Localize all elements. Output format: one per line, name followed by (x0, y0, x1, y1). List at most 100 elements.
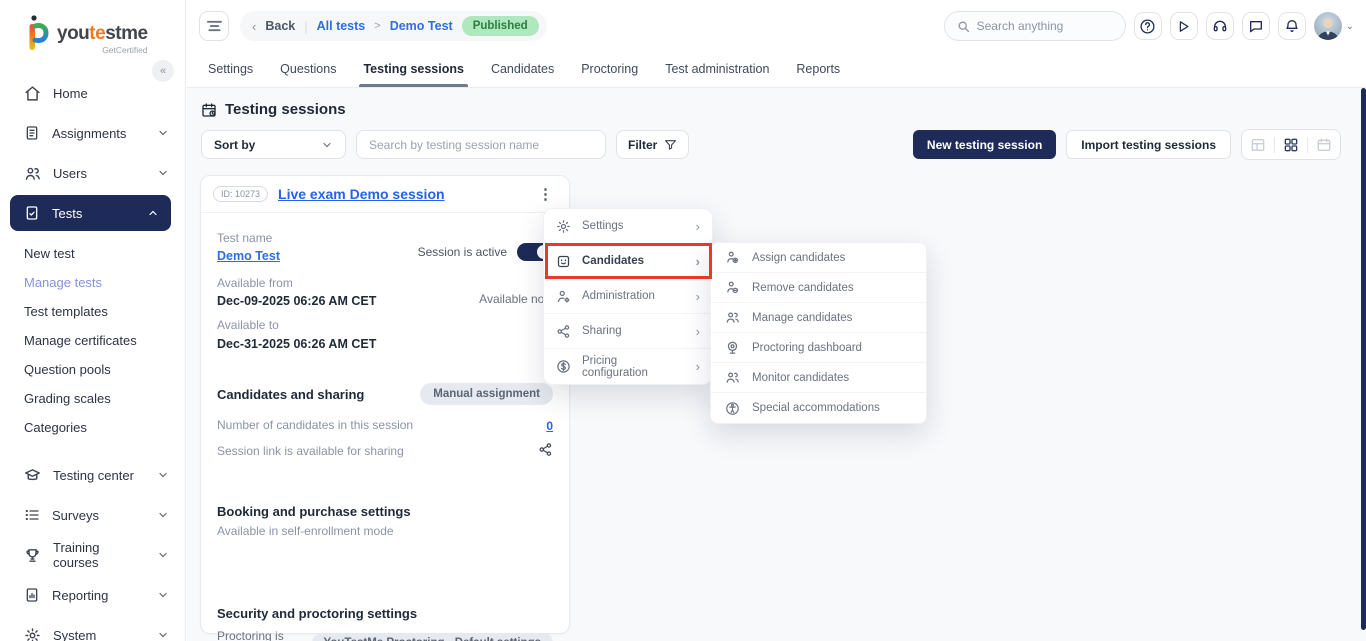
view-toggle-divider (1274, 137, 1275, 153)
training-courses-icon (24, 547, 41, 564)
booking-heading: Booking and purchase settings (217, 504, 553, 519)
submenu-item-special-accommodations[interactable]: Special accommodations (711, 393, 926, 423)
sidebar-item-label: Home (53, 86, 88, 101)
menu-item-candidates[interactable]: Candidates › (544, 244, 712, 279)
import-testing-sessions-button[interactable]: Import testing sessions (1066, 130, 1231, 159)
support-button[interactable] (1206, 12, 1234, 40)
kebab-menu-button[interactable]: ⋮ (534, 185, 557, 203)
notifications-button[interactable] (1278, 12, 1306, 40)
breadcrumb-current[interactable]: Demo Test (390, 19, 453, 33)
sidebar-item-testing-center[interactable]: Testing center (0, 455, 185, 495)
sidebar-collapse-button[interactable]: « (152, 60, 174, 82)
help-icon (1139, 18, 1156, 35)
new-testing-session-button[interactable]: New testing session (913, 130, 1056, 159)
sidebar-subitem-grading-scales[interactable]: Grading scales (0, 384, 185, 413)
chevron-down-icon (321, 139, 333, 151)
sidebar-subitem-manage-certificates[interactable]: Manage certificates (0, 326, 185, 355)
people-icon (725, 310, 740, 325)
avatar[interactable] (1314, 12, 1342, 40)
breadcrumb-separator: > (374, 20, 380, 32)
tab-test-administration[interactable]: Test administration (665, 52, 769, 87)
sort-by-select[interactable]: Sort by (201, 130, 346, 159)
submenu-item-remove-candidates[interactable]: Remove candidates (711, 273, 926, 303)
brand-logo: youtestme GetCertified (0, 0, 185, 55)
session-context-menu: Settings › Candidates › Administration ›… (543, 208, 713, 385)
table-view-icon (1250, 137, 1266, 153)
share-link-icon[interactable] (538, 442, 553, 462)
candidates-count-link[interactable]: 0 (546, 419, 553, 433)
submenu-item-manage-candidates[interactable]: Manage candidates (711, 303, 926, 333)
sidebar-item-label: Training courses (53, 540, 145, 570)
help-button[interactable] (1134, 12, 1162, 40)
menu-item-pricing-configuration[interactable]: Pricing configuration › (544, 349, 712, 384)
session-search-input[interactable] (369, 138, 593, 152)
chevron-down-icon (157, 167, 169, 179)
tab-questions[interactable]: Questions (280, 52, 336, 87)
global-search[interactable] (944, 11, 1126, 41)
sidebar-item-training-courses[interactable]: Training courses (0, 535, 185, 575)
sidebar-item-system[interactable]: System (0, 615, 185, 641)
tab-proctoring[interactable]: Proctoring (581, 52, 638, 87)
sidebar-subitem-new-test[interactable]: New test (0, 239, 185, 268)
menu-item-administration[interactable]: Administration › (544, 279, 712, 314)
vertical-scrollbar[interactable] (1361, 88, 1366, 630)
sharing-label: Session link is available for sharing (217, 444, 404, 460)
assignment-type-badge: Manual assignment (420, 383, 553, 405)
tutorial-button[interactable] (1170, 12, 1198, 40)
sidebar: youtestme GetCertified « Home Assignment… (0, 0, 186, 641)
submenu-item-label: Monitor candidates (752, 372, 849, 384)
breadcrumb-all-tests[interactable]: All tests (317, 19, 366, 33)
menu-toggle-button[interactable] (199, 11, 229, 41)
user-menu[interactable]: ⌄ (1314, 12, 1354, 40)
page-title-row: Testing sessions (201, 101, 346, 118)
bell-icon (1284, 18, 1300, 34)
submenu-item-monitor-candidates[interactable]: Monitor candidates (711, 363, 926, 393)
toolbar-left: Sort by Filter (201, 130, 689, 159)
testing-session-card: ID: 10273 Live exam Demo session ⋮ Test … (200, 175, 570, 634)
sidebar-item-tests[interactable]: Tests (10, 195, 171, 231)
grid-view-icon (1283, 137, 1299, 153)
grid-view-button[interactable] (1283, 137, 1299, 153)
tab-settings[interactable]: Settings (208, 52, 253, 87)
sidebar-nav: Home Assignments Users Tests New test Ma… (0, 73, 185, 641)
booking-text: Available in self-enrollment mode (217, 524, 553, 538)
table-view-button[interactable] (1250, 137, 1266, 153)
tab-candidates[interactable]: Candidates (491, 52, 554, 87)
tab-testing-sessions[interactable]: Testing sessions (363, 52, 464, 87)
submenu-item-proctoring-dashboard[interactable]: Proctoring dashboard (711, 333, 926, 363)
sidebar-item-surveys[interactable]: Surveys (0, 495, 185, 535)
gear-icon (24, 627, 41, 641)
calendar-view-button[interactable] (1316, 137, 1332, 153)
filter-button[interactable]: Filter (616, 130, 689, 159)
chevron-right-icon: › (696, 254, 700, 269)
tab-reports[interactable]: Reports (796, 52, 840, 87)
sidebar-item-reporting[interactable]: Reporting (0, 575, 185, 615)
global-search-input[interactable] (977, 19, 1107, 33)
dollar-circle-icon (556, 359, 571, 374)
chevron-down-icon (157, 629, 169, 641)
chevron-down-icon (157, 589, 169, 601)
submenu-item-assign-candidates[interactable]: Assign candidates (711, 243, 926, 273)
menu-item-settings[interactable]: Settings › (544, 209, 712, 244)
chat-button[interactable] (1242, 12, 1270, 40)
sidebar-subitem-manage-tests[interactable]: Manage tests (0, 268, 185, 297)
sidebar-subitem-categories[interactable]: Categories (0, 413, 185, 442)
home-icon (24, 85, 41, 102)
test-name-link[interactable]: Demo Test (217, 249, 280, 263)
session-search[interactable] (356, 130, 606, 159)
session-id-badge: ID: 10273 (213, 186, 268, 202)
sidebar-nav-lower: Testing center Surveys Training courses … (0, 455, 185, 641)
chevron-down-icon: ⌄ (1346, 21, 1354, 32)
menu-item-label: Candidates (582, 255, 644, 267)
sidebar-item-users[interactable]: Users (0, 153, 185, 193)
proctoring-enabled-label: Proctoring is enabled (217, 629, 304, 641)
people-icon (725, 370, 740, 385)
menu-item-sharing[interactable]: Sharing › (544, 314, 712, 349)
tests-icon (24, 205, 40, 221)
sidebar-subitem-test-templates[interactable]: Test templates (0, 297, 185, 326)
sidebar-item-assignments[interactable]: Assignments (0, 113, 185, 153)
session-title-link[interactable]: Live exam Demo session (278, 186, 445, 202)
sidebar-subitem-question-pools[interactable]: Question pools (0, 355, 185, 384)
gear-icon (556, 219, 571, 234)
back-button[interactable]: Back (265, 19, 295, 33)
